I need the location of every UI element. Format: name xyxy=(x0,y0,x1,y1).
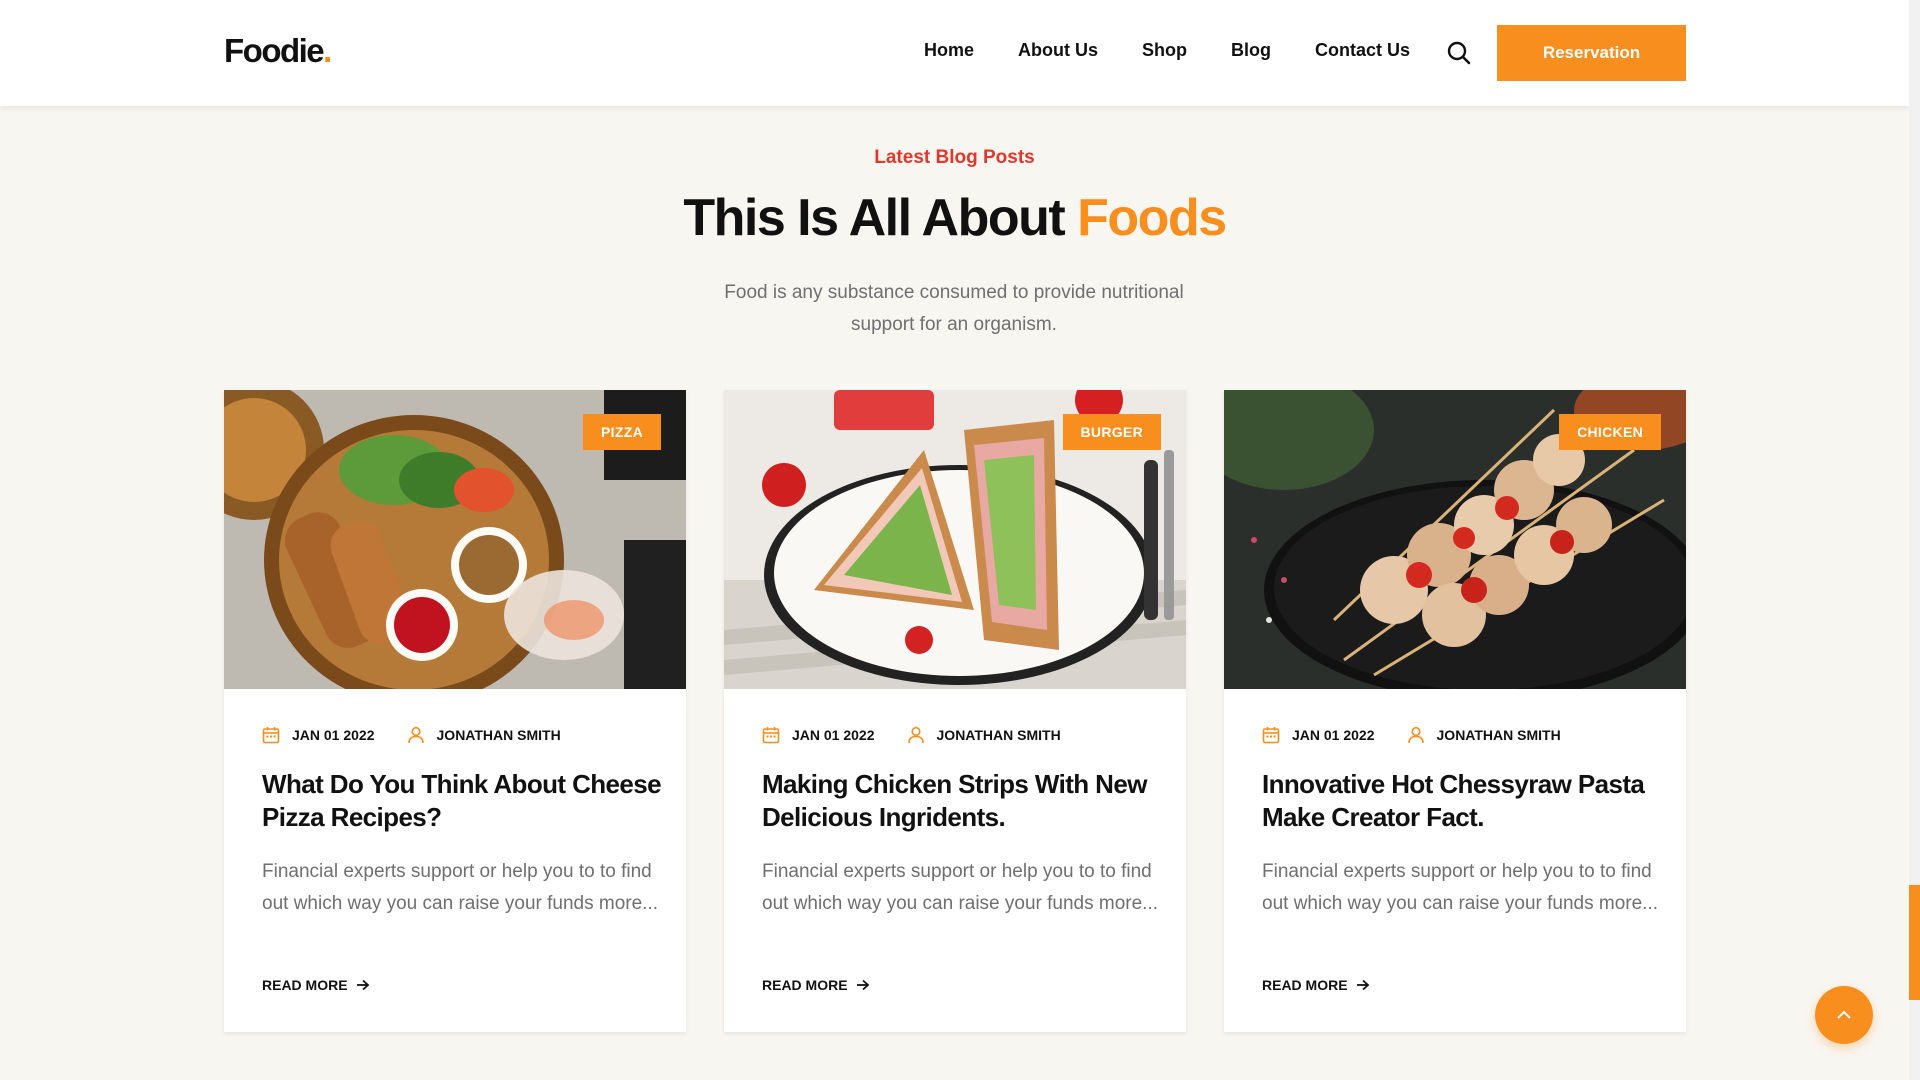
nav-about-us[interactable]: About Us xyxy=(1018,40,1098,61)
calendar-icon xyxy=(762,727,780,744)
user-icon xyxy=(407,726,424,744)
search-button[interactable] xyxy=(1446,40,1472,66)
post-meta: JAN 01 2022 JONATHAN SMITH xyxy=(1262,726,1561,744)
nav-contact-us[interactable]: Contact Us xyxy=(1315,40,1410,61)
search-icon xyxy=(1447,41,1471,65)
chevron-up-icon xyxy=(1837,1010,1851,1019)
site-header: Foodie. Home About Us Shop Blog Contact … xyxy=(0,0,1909,106)
read-more-link[interactable]: READ MORE xyxy=(1262,977,1370,993)
user-icon xyxy=(907,726,924,744)
post-date: JAN 01 2022 xyxy=(1292,727,1375,743)
post-excerpt: Financial experts support or help you to… xyxy=(762,861,1159,914)
section-title: This Is All About Foods xyxy=(0,188,1909,248)
post-date: JAN 01 2022 xyxy=(792,727,875,743)
arrow-right-icon xyxy=(1356,979,1369,991)
arrow-right-icon xyxy=(356,979,369,991)
nav-home[interactable]: Home xyxy=(924,40,974,61)
back-to-top-button[interactable] xyxy=(1815,986,1873,1044)
main-nav: Home About Us Shop Blog Contact Us xyxy=(924,40,1410,61)
post-author[interactable]: JONATHAN SMITH xyxy=(1437,727,1561,743)
nav-shop[interactable]: Shop xyxy=(1142,40,1187,61)
read-more-label: READ MORE xyxy=(262,977,348,993)
reservation-button[interactable]: Reservation xyxy=(1497,25,1686,81)
section-title-main: This Is All About xyxy=(683,189,1078,247)
calendar-icon xyxy=(262,727,280,744)
nav-blog[interactable]: Blog xyxy=(1231,40,1271,61)
category-tag[interactable]: CHICKEN xyxy=(1559,414,1661,450)
arrow-right-icon xyxy=(856,979,869,991)
post-meta: JAN 01 2022 JONATHAN SMITH xyxy=(762,726,1061,744)
blog-card: CHICKEN JAN 01 2022 JONATHAN SMITH Innov… xyxy=(1224,390,1686,1032)
category-tag[interactable]: PIZZA xyxy=(583,414,661,450)
post-excerpt: Financial experts support or help you to… xyxy=(1262,861,1659,914)
post-excerpt: Financial experts support or help you to… xyxy=(262,861,659,914)
blog-card: PIZZA JAN 01 2022 JONATHAN SMITH What Do… xyxy=(224,390,686,1032)
logo-dot: . xyxy=(323,32,332,69)
section-title-accent: Foods xyxy=(1077,189,1227,247)
calendar-icon xyxy=(1262,727,1280,744)
post-title[interactable]: Innovative Hot Chessyraw Pasta Make Crea… xyxy=(1262,768,1662,834)
read-more-link[interactable]: READ MORE xyxy=(262,977,370,993)
read-more-label: READ MORE xyxy=(762,977,848,993)
blog-card: BURGER JAN 01 2022 JONATHAN SMITH Making… xyxy=(724,390,1186,1032)
site-logo[interactable]: Foodie. xyxy=(224,32,332,70)
section-eyebrow: Latest Blog Posts xyxy=(874,147,1035,168)
category-tag[interactable]: BURGER xyxy=(1062,414,1161,450)
user-icon xyxy=(1407,726,1424,744)
read-more-label: READ MORE xyxy=(1262,977,1348,993)
post-author[interactable]: JONATHAN SMITH xyxy=(937,727,1061,743)
post-title[interactable]: Making Chicken Strips With New Delicious… xyxy=(762,768,1162,834)
read-more-link[interactable]: READ MORE xyxy=(762,977,870,993)
post-title[interactable]: What Do You Think About Cheese Pizza Rec… xyxy=(262,768,662,834)
logo-text: Foodie xyxy=(224,32,325,69)
post-author[interactable]: JONATHAN SMITH xyxy=(437,727,561,743)
post-date: JAN 01 2022 xyxy=(292,727,375,743)
post-meta: JAN 01 2022 JONATHAN SMITH xyxy=(262,726,561,744)
section-description: Food is any substance consumed to provid… xyxy=(724,282,1184,335)
scrollbar-thumb[interactable] xyxy=(1909,885,1920,1000)
